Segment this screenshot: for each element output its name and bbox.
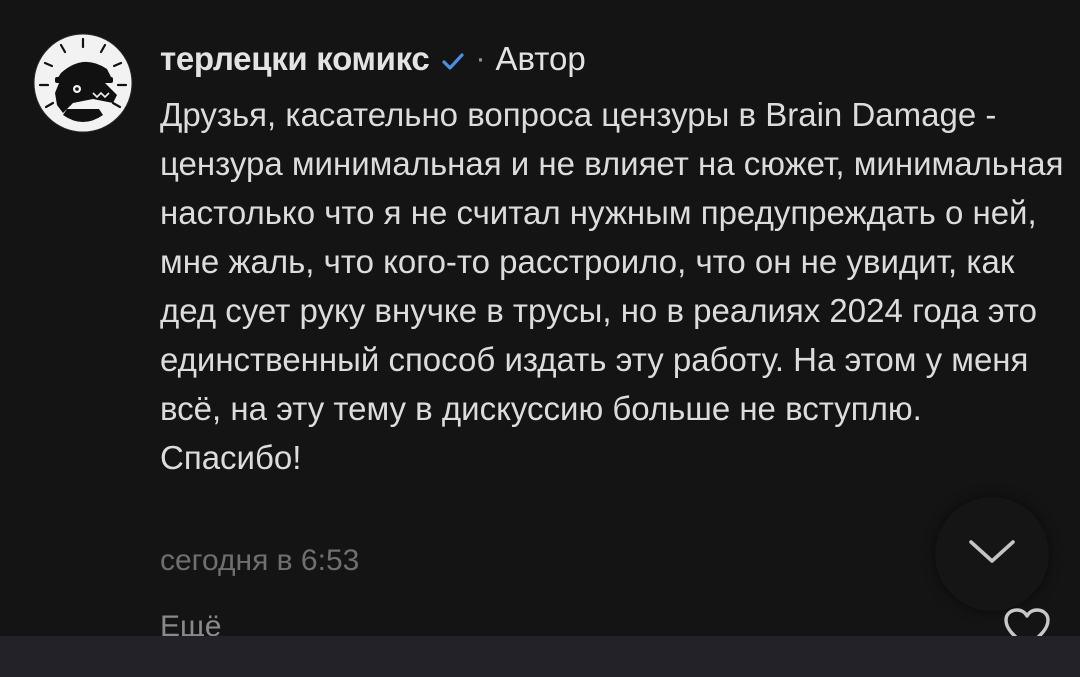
- separator: ·: [475, 42, 486, 75]
- chevron-down-icon: [227, 622, 249, 636]
- comment-timestamp: сегодня в 6:53: [160, 544, 360, 577]
- more-button[interactable]: Ещё: [160, 604, 249, 636]
- author-name[interactable]: терлецки комикс: [160, 40, 430, 78]
- more-label: Ещё: [160, 610, 222, 636]
- checkmark-icon: [439, 48, 467, 76]
- like-button[interactable]: [1002, 606, 1052, 636]
- chevron-down-icon: [966, 537, 1018, 572]
- author-line: терлецки комикс · Автор: [160, 34, 586, 84]
- author-role-badge: Автор: [495, 40, 586, 77]
- comment-text: Друзья, касательно вопроса цензуры в Bra…: [160, 96, 1064, 476]
- comment: терлецки комикс · Автор Друзья, касатель…: [0, 0, 1080, 636]
- bottom-bar: [0, 636, 1080, 677]
- scroll-down-button[interactable]: [935, 497, 1049, 611]
- author-avatar[interactable]: [33, 33, 133, 133]
